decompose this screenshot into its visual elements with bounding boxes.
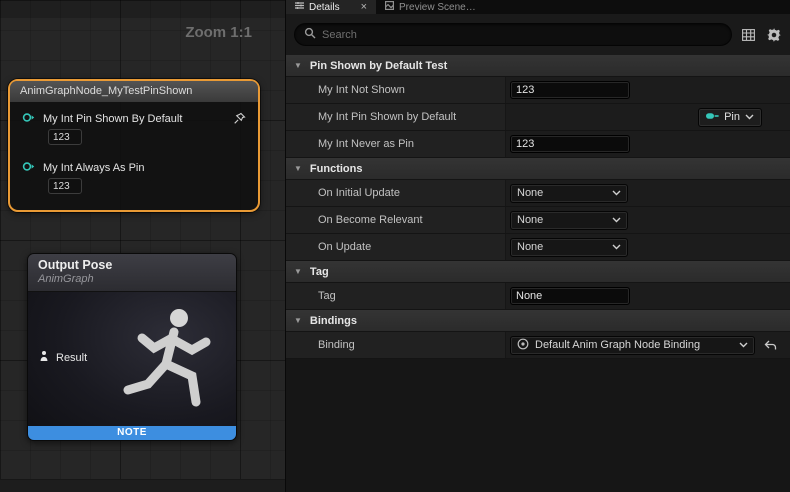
anim-node-title: AnimGraphNode_MyTestPinShown xyxy=(20,85,192,97)
mannequin-thumbnail xyxy=(108,292,236,429)
binding-icon xyxy=(517,338,529,353)
category-title: Tag xyxy=(310,266,329,278)
animgraph-canvas[interactable]: Zoom 1:1 AnimGraphNode_MyTestPinShown My… xyxy=(0,0,285,492)
property-row-on-become-relevant: On Become Relevant None xyxy=(286,207,790,234)
settings-gear-icon[interactable] xyxy=(765,28,782,42)
chevron-down-icon xyxy=(739,339,748,351)
on-become-relevant-dropdown[interactable]: None xyxy=(510,211,628,230)
search-input[interactable] xyxy=(322,29,722,41)
my-int-never-as-pin-input[interactable] xyxy=(510,135,630,153)
binding-dropdown[interactable]: Default Anim Graph Node Binding xyxy=(510,336,755,355)
property-label: Binding xyxy=(318,339,355,351)
int-pin-icon[interactable] xyxy=(22,161,36,175)
property-label: On Update xyxy=(318,241,371,253)
pin-icon xyxy=(706,111,719,123)
category-bindings[interactable]: ▼ Bindings xyxy=(286,310,790,332)
view-options-icon[interactable] xyxy=(740,29,757,41)
graph-pin-row: My Int Always As Pin xyxy=(22,161,250,194)
category-title: Pin Shown by Default Test xyxy=(310,60,447,72)
preview-scene-tab-icon xyxy=(385,1,394,13)
tab-preview-scene[interactable]: Preview Scene… xyxy=(376,0,485,14)
details-search-bar xyxy=(286,14,790,55)
category-pin-shown-by-default-test[interactable]: ▼ Pin Shown by Default Test xyxy=(286,55,790,77)
property-row-binding: Binding Default Anim Graph Node Binding xyxy=(286,332,790,359)
dropdown-value: None xyxy=(517,214,543,226)
output-pose-header[interactable]: Output Pose AnimGraph xyxy=(28,254,236,292)
result-pin[interactable]: Result xyxy=(38,350,87,365)
person-icon xyxy=(38,350,50,365)
chevron-down-icon xyxy=(612,187,621,199)
pin-visibility-dropdown[interactable]: Pin xyxy=(698,108,762,127)
zoom-level: Zoom 1:1 xyxy=(185,24,252,41)
anim-graph-node[interactable]: AnimGraphNode_MyTestPinShown My Int Pin … xyxy=(8,79,260,212)
graph-pin-label: My Int Pin Shown By Default xyxy=(43,113,182,125)
details-panel: Details × Preview Scene… xyxy=(285,0,790,492)
panel-tab-bar: Details × Preview Scene… xyxy=(286,0,790,14)
property-label: My Int Not Shown xyxy=(318,84,405,96)
graph-pin-value-input[interactable] xyxy=(48,178,82,194)
my-int-not-shown-input[interactable] xyxy=(510,81,630,99)
property-label: My Int Pin Shown by Default xyxy=(318,111,456,123)
output-pose-subtitle: AnimGraph xyxy=(38,273,226,285)
output-pose-title: Output Pose xyxy=(38,258,226,272)
thumbtack-icon[interactable] xyxy=(233,112,246,128)
output-pose-node[interactable]: Output Pose AnimGraph xyxy=(27,253,237,441)
property-row-my-int-never-as-pin: My Int Never as Pin xyxy=(286,131,790,158)
details-tab-icon xyxy=(295,1,304,13)
property-label: My Int Never as Pin xyxy=(318,138,414,150)
anim-node-body: My Int Pin Shown By Default My Int Alway… xyxy=(10,102,258,210)
category-title: Functions xyxy=(310,163,363,175)
property-row-on-update: On Update None xyxy=(286,234,790,261)
chevron-down-icon: ▼ xyxy=(294,317,302,325)
details-empty-area xyxy=(286,359,790,492)
chevron-down-icon xyxy=(612,214,621,226)
graph-bottom-bar xyxy=(0,479,285,492)
chevron-down-icon: ▼ xyxy=(294,62,302,70)
category-functions[interactable]: ▼ Functions xyxy=(286,158,790,180)
result-pin-label: Result xyxy=(56,352,87,364)
graph-top-shade xyxy=(0,0,285,18)
chevron-down-icon: ▼ xyxy=(294,165,302,173)
graph-pin-value-input[interactable] xyxy=(48,129,82,145)
unreal-editor-window: Zoom 1:1 AnimGraphNode_MyTestPinShown My… xyxy=(0,0,790,492)
property-row-on-initial-update: On Initial Update None xyxy=(286,180,790,207)
tab-preview-scene-label: Preview Scene… xyxy=(399,2,476,13)
property-label: On Become Relevant xyxy=(318,214,423,226)
search-field[interactable] xyxy=(294,23,732,46)
chevron-down-icon: ▼ xyxy=(294,268,302,276)
property-row-my-int-not-shown: My Int Not Shown xyxy=(286,77,790,104)
tab-details-label: Details xyxy=(309,2,340,13)
note-color-bar: NOTE xyxy=(28,426,236,440)
tag-input[interactable] xyxy=(510,287,630,305)
search-icon xyxy=(304,27,316,42)
category-tag[interactable]: ▼ Tag xyxy=(286,261,790,283)
output-pose-body: Result NOTE xyxy=(28,292,236,440)
dropdown-value: None xyxy=(517,241,543,253)
property-label: On Initial Update xyxy=(318,187,400,199)
reset-to-default-icon[interactable] xyxy=(764,340,777,351)
category-title: Bindings xyxy=(310,315,357,327)
pin-dropdown-label: Pin xyxy=(724,111,740,123)
graph-pin-row: My Int Pin Shown By Default xyxy=(22,112,250,145)
property-row-tag: Tag xyxy=(286,283,790,310)
tab-details[interactable]: Details × xyxy=(286,0,376,14)
property-row-my-int-pin-shown-by-default: My Int Pin Shown by Default Pin xyxy=(286,104,790,131)
dropdown-value: None xyxy=(517,187,543,199)
chevron-down-icon xyxy=(745,111,754,123)
on-initial-update-dropdown[interactable]: None xyxy=(510,184,628,203)
close-tab-icon[interactable]: × xyxy=(361,2,367,13)
property-label: Tag xyxy=(318,290,336,302)
chevron-down-icon xyxy=(612,241,621,253)
on-update-dropdown[interactable]: None xyxy=(510,238,628,257)
int-pin-icon[interactable] xyxy=(22,112,36,126)
binding-value: Default Anim Graph Node Binding xyxy=(535,339,700,351)
anim-node-header[interactable]: AnimGraphNode_MyTestPinShown xyxy=(10,81,258,102)
graph-pin-label: My Int Always As Pin xyxy=(43,162,144,174)
